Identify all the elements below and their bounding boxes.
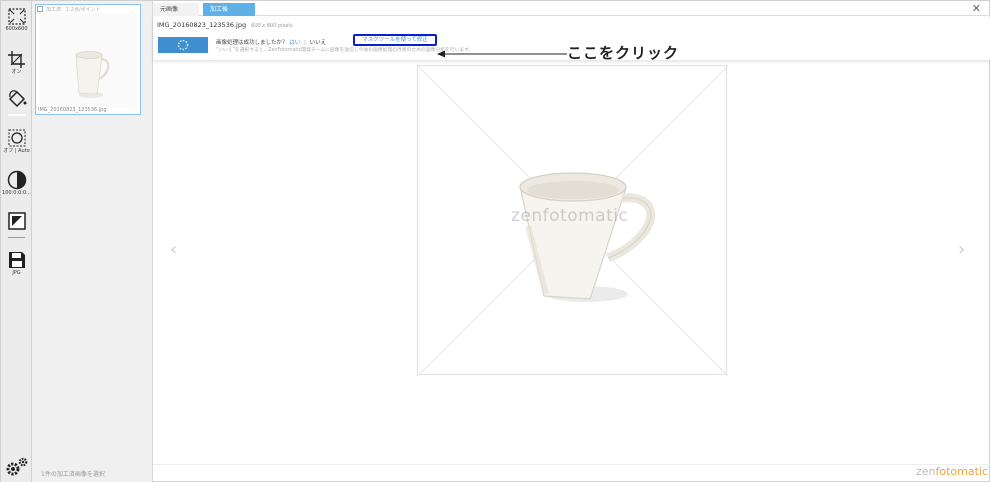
mask-tool-link[interactable]: マスクツールを使って修正	[353, 34, 437, 46]
lasso-label: オフ | Auto	[3, 148, 30, 154]
contrast-icon	[7, 170, 26, 190]
result-info-bar: IMG_20160823_123536.jpg 600 x 600 pixels…	[153, 17, 990, 62]
next-image-chevron-icon[interactable]: ›	[958, 239, 965, 260]
paint-bucket-icon	[8, 90, 26, 108]
close-icon[interactable]: ✕	[972, 2, 981, 15]
crop-tool[interactable]: オン	[1, 50, 32, 76]
resize-label: 600x600	[5, 26, 28, 32]
thumbnail-filename: IMG_20160823_123536.jpg	[38, 107, 107, 113]
feedback-note: "いいえ"を選択すると、ZenFotomatic開発チームに画像を送信し今後の画…	[216, 48, 474, 53]
save-format-label: JPG	[12, 270, 21, 276]
resize-tool[interactable]: 600x600	[1, 7, 32, 33]
image-filename: IMG_20160823_123536.jpg 600 x 600 pixels	[157, 21, 293, 29]
contrast-label: 100:0:0:0...	[2, 190, 31, 196]
save-tool[interactable]: JPG	[1, 250, 32, 277]
bucket-tool[interactable]	[1, 89, 32, 109]
thumbnail-card[interactable]: 加工済 1.2点/ポイント IMG_20160823_123536.jpg	[35, 4, 141, 115]
left-toolbar: 600x600 オン オフ | Auto 100:0:0:0... JPG	[1, 1, 32, 482]
tab-processed[interactable]: 加工後	[203, 3, 255, 16]
lasso-tool[interactable]: オフ | Auto	[1, 128, 32, 155]
thumbnail-checkbox[interactable]	[37, 6, 43, 12]
lasso-select-icon	[8, 129, 25, 147]
app-window: 600x600 オン オフ | Auto 100:0:0:0... JPG 加工…	[0, 0, 990, 482]
crop-label: オン	[11, 69, 22, 75]
spinner-icon	[177, 39, 189, 51]
crop-icon	[7, 51, 25, 68]
settings-gear-icon[interactable]	[4, 456, 30, 478]
callout-arrow-icon	[437, 50, 567, 58]
image-canvas: zenfotomatic	[417, 65, 729, 377]
filename-text: IMG_20160823_123536.jpg	[157, 21, 247, 29]
thumbnail-panel: 加工済 1.2点/ポイント IMG_20160823_123536.jpg	[32, 1, 153, 482]
resize-icon	[7, 8, 26, 25]
toolbar-divider	[8, 114, 25, 116]
coffee-cup-image	[519, 172, 656, 302]
image-dimensions: 600 x 600 pixels	[251, 23, 293, 29]
tab-original[interactable]: 元画像	[153, 3, 199, 16]
feedback-question: 画像処理は成功しましたか？ はい | いいえ	[216, 38, 326, 46]
processing-indicator	[158, 37, 208, 53]
main-area: 元画像 加工後 ✕ IMG_20160823_123536.jpg 600 x …	[153, 1, 990, 482]
thumbnail-image	[39, 13, 137, 108]
view-tabs: 元画像 加工後 ✕	[153, 1, 990, 16]
bottom-bar	[153, 464, 990, 482]
save-disk-icon	[8, 252, 25, 268]
image-adjust-tool[interactable]	[1, 211, 32, 231]
brand-prefix: zen	[916, 465, 936, 478]
contrast-tool[interactable]: 100:0:0:0...	[1, 170, 32, 197]
toolbar-divider	[8, 237, 25, 238]
thumbnail-header: 加工済 1.2点/ポイント	[46, 7, 101, 13]
selection-status: 1件の加工済画像を選択	[41, 471, 105, 478]
image-adjust-icon	[7, 212, 26, 230]
watermark: zenfotomatic	[511, 206, 629, 226]
brand-logo: zenfotomatic	[916, 465, 988, 478]
brand-accent: fotomatic	[935, 465, 989, 478]
callout-text: ここをクリック	[567, 44, 680, 62]
cup-thumbnail-icon	[75, 51, 110, 98]
previous-image-chevron-icon[interactable]: ‹	[170, 239, 177, 260]
